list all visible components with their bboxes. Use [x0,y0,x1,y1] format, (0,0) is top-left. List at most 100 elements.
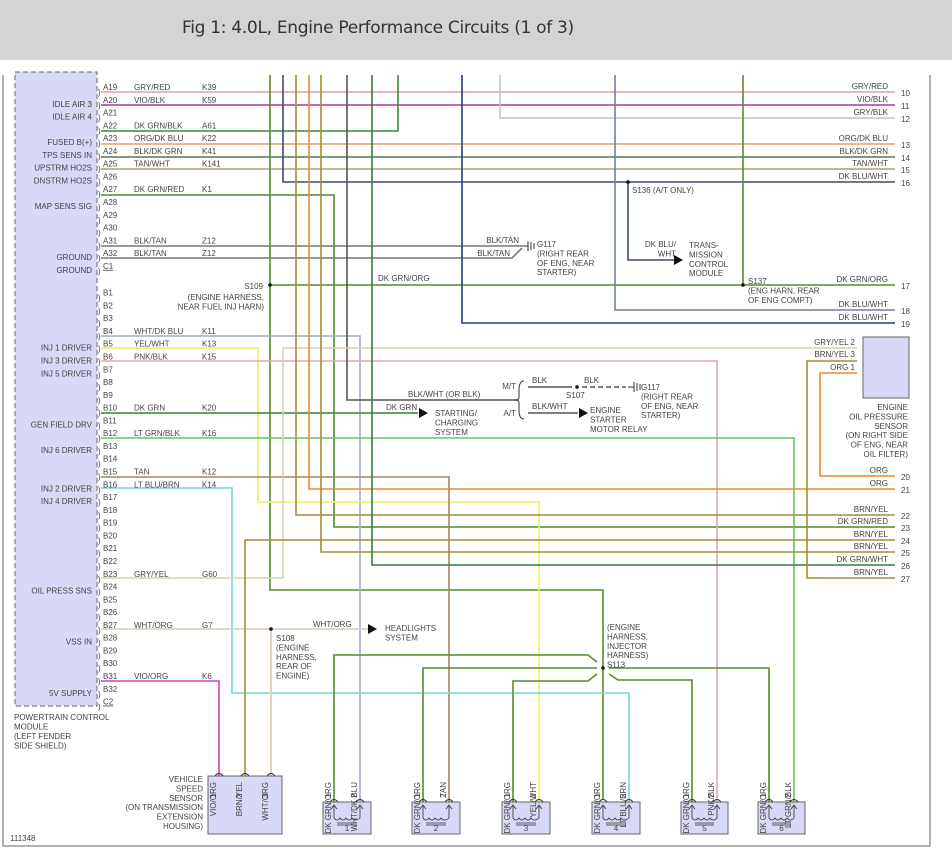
pcm-wire-color: ORG/DK BLU [134,134,184,143]
annotation: VEHICLE [169,775,203,784]
terminal-number: 19 [901,320,910,329]
annotation: (ENGINE [607,623,640,632]
pcm-circuit-id: K16 [202,429,217,438]
annotation: BLK/TAN [477,249,510,258]
terminal-wire-color: DK GRN/RED [838,517,888,526]
terminal-wire-color: DK BLU/WHT [839,300,888,309]
pcm-pin-number: B9 [103,391,113,400]
annotation: DK GRN [386,403,417,412]
annotation: ENGINE [877,403,908,412]
pcm-wire-color: GRY/RED [134,83,171,92]
injector-pin-number: 2 [784,793,793,798]
pcm-pin-number: A29 [103,211,118,220]
terminal-wire-color: BRN/YEL [854,542,889,551]
ground-icon [628,382,641,392]
vss-pin-number: 1 [209,793,218,798]
connector-glyph: ) [98,677,101,686]
injector-pin-number: 1 [682,793,691,798]
connector-glyph: ) [98,498,101,507]
connector-glyph: ) [98,562,101,571]
annotation: MISSION [689,250,723,259]
wire-gry-blk [499,75,895,119]
annotation: CONTROL [689,260,729,269]
pcm-pin-function: GROUND [56,253,92,262]
annotation: ORG 1 [830,363,855,372]
splice-s137 [741,283,745,287]
annotation: (ON TRANSMISSION [125,803,203,812]
wire-dk-grn-org [609,667,770,802]
injector-wire-label: WHT/DK BLU [350,782,359,832]
pcm-pin-number: B27 [103,621,118,630]
connector-glyph: ) [98,536,101,545]
wire-dk-grn-org [333,654,598,802]
annotation: (RIGHT REAR [537,249,589,258]
pcm-pin-number: B21 [103,544,118,553]
annotation: SYSTEM [385,633,418,642]
injector-pin-number: 1 [759,793,768,798]
pcm-pin-number: B7 [103,365,113,374]
annotation: HARNESS, [607,632,648,641]
pcm-pin-number: B1 [103,289,113,298]
pcm-wire-color: WHT/DK BLU [134,327,184,336]
pcm-pin-number: B19 [103,519,118,528]
annotation: (ON RIGHT SIDE [845,431,908,440]
pcm-pin-function: GEN FIELD DRV [31,420,93,429]
pcm-pin-number: B15 [103,468,118,477]
connector-glyph: ) [98,588,101,597]
wire-brn-yel [244,539,895,776]
injector-wire-label: DK GRN/ORG [413,782,422,834]
terminal-number: 18 [901,307,910,316]
connector-glyph: ) [98,383,101,392]
injector-wire-label: DK GRN/ORG [682,782,691,834]
connector-glyph: ) [98,511,101,520]
injector-pin-number: 2 [619,793,628,798]
injector-number: 2 [434,824,439,833]
connector-glyph: ) [98,690,101,699]
connector-glyph: ) [98,575,101,584]
terminal-wire-color: GRY/BLK [853,108,888,117]
pcm-wire-color: VIO/ORG [134,672,168,681]
pcm-pin-number: B12 [103,429,118,438]
injector-wire-label: LT GRN/BLK [784,781,793,828]
annotation: HARNESS, [276,653,317,662]
pcm-pin-number: B30 [103,659,118,668]
connector-glyph: ) [98,332,101,341]
terminal-number: 25 [901,549,910,558]
pcm-wire-color: LT BLU/BRN [134,480,180,489]
pcm-circuit-id: K59 [202,96,217,105]
pcm-pin-number: A31 [103,236,118,245]
annotation: HOUSING) [163,822,203,831]
annotation: DK GRN/ORG [378,274,430,283]
pcm-pin-number: B23 [103,570,118,579]
injector-pin-number: 1 [413,793,422,798]
pcm-pin-number: B4 [103,327,113,336]
pcm-pin-number: B22 [103,557,118,566]
connector-glyph: ) [98,651,101,660]
pcm-wire-color: LT GRN/BLK [134,429,181,438]
annotation: OIL FILTER) [864,450,909,459]
pcm-pin-function: INJ 3 DRIVER [41,357,92,366]
pcm-wire-color: DK GRN/RED [134,185,184,194]
pcm-wire-color: DK GRN/BLK [134,121,183,130]
pcm-pin-number: B11 [103,416,117,425]
pcm-pin-number: B18 [103,506,118,515]
annotation: ENGINE [590,406,621,415]
pcm-pin-number: B17 [103,493,118,502]
pcm-wire-color: TAN [134,468,150,477]
annotation: STARTER) [537,268,577,277]
terminal-wire-color: DK BLU/WHT [839,172,888,181]
pcm-wire-color: TAN/WHT [134,160,170,169]
connector-glyph: ) [98,434,101,443]
pcm-pin-function: INJ 5 DRIVER [41,369,92,378]
injector-wire-label: DK GRN/ORG [593,782,602,834]
vss-pin-number: 2 [235,793,244,798]
pcm-pin-function: DNSTRM HO2S [34,176,92,185]
splice-s136 [626,180,630,184]
vss-wire-label: WHT/ORG [261,782,270,821]
connector-glyph: ) [98,114,101,123]
annotation: BRN/YEL 3 [814,350,855,359]
annotation: OIL PRESSURE [849,412,908,421]
wire-vio-org [101,680,220,776]
connector-glyph: ) [98,549,101,558]
connector-glyph: ) [98,88,101,97]
